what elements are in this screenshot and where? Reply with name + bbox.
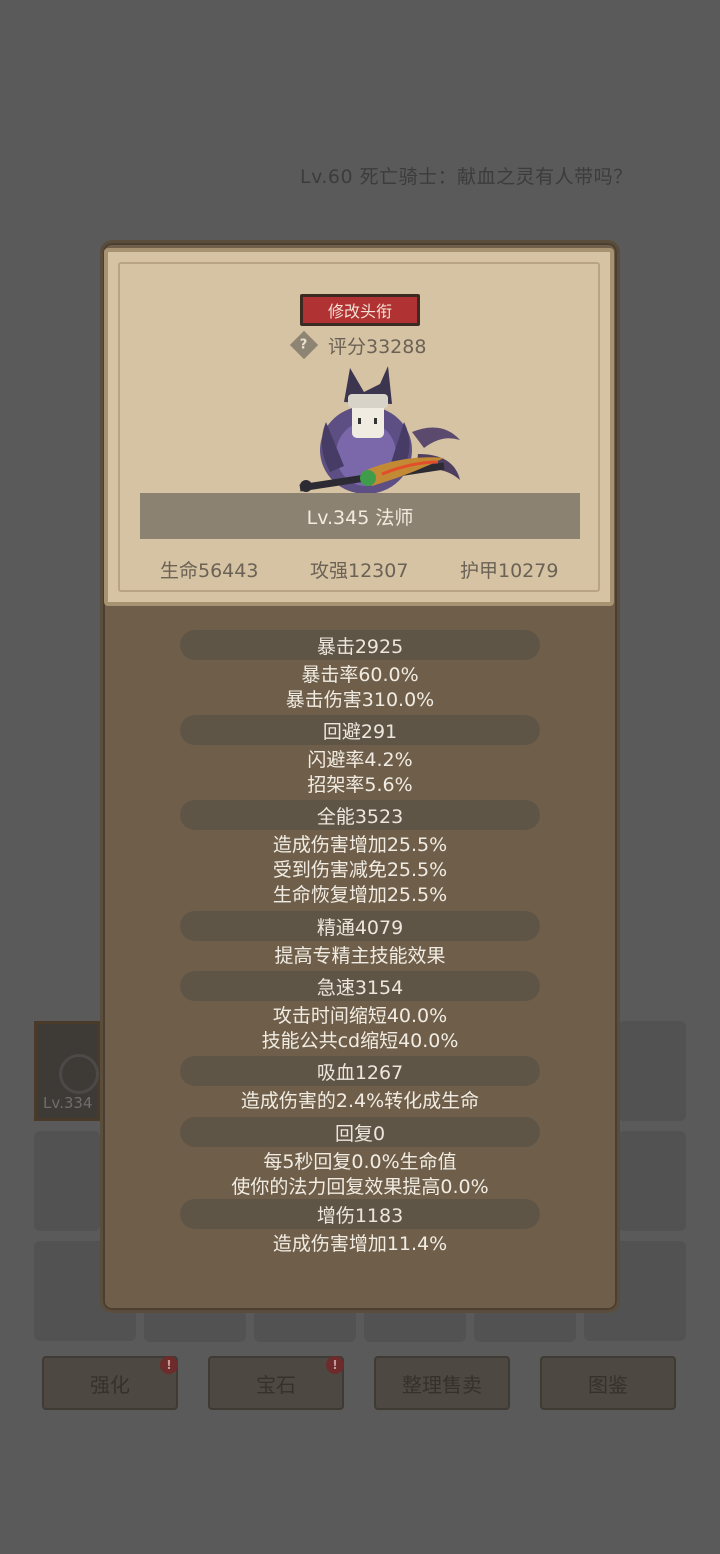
score-value: 评分33288 [328, 335, 427, 358]
attr-haste-title: 急速3154 [180, 971, 540, 1001]
inventory-item-level: Lv.334 [43, 1094, 93, 1112]
inventory-slot[interactable] [254, 1310, 356, 1342]
inventory-slot[interactable] [474, 1310, 576, 1342]
inventory-item[interactable]: Lv.334 [34, 1021, 100, 1121]
enhance-button[interactable]: 强化 ! [42, 1356, 178, 1410]
inventory-slot[interactable] [144, 1310, 246, 1342]
armor-stat: 护甲10279 [460, 560, 559, 582]
attack-stat: 攻强12307 [310, 560, 409, 582]
score-row: ? 评分33288 [289, 330, 427, 360]
attr-versatility-line: 生命恢复增加25.5% [272, 884, 448, 906]
attr-crit-line: 暴击伤害310.0% [285, 689, 435, 711]
inventory-slot[interactable] [364, 1310, 466, 1342]
attr-regen-line: 每5秒回复0.0%生命值 [263, 1151, 457, 1173]
attr-lifesteal-title: 吸血1267 [180, 1056, 540, 1086]
hp-stat: 生命56443 [160, 560, 259, 582]
attr-versatility-line: 受到伤害减免25.5% [272, 859, 448, 881]
attr-haste-line: 技能公共cd缩短40.0% [261, 1030, 459, 1052]
attr-regen-line: 使你的法力回复效果提高0.0% [231, 1176, 489, 1198]
enhance-button-label: 强化 [90, 1372, 130, 1397]
attr-versatility-title: 全能3523 [180, 800, 540, 830]
rename-title-button[interactable]: 修改头衔 [300, 294, 420, 326]
help-icon[interactable]: ? [289, 330, 319, 360]
attr-dodge-line: 闪避率4.2% [307, 749, 413, 771]
inventory-slot[interactable] [618, 1021, 686, 1121]
attr-lifesteal-line: 造成伤害的2.4%转化成生命 [240, 1090, 480, 1112]
character-name-bar: Lv.345 法师 [140, 493, 580, 539]
attr-haste-line: 攻击时间缩短40.0% [272, 1005, 448, 1027]
attr-dodge-line: 招架率5.6% [307, 774, 413, 796]
attr-crit-line: 暴击率60.0% [301, 664, 419, 686]
attr-mastery-line: 提高专精主技能效果 [274, 945, 446, 967]
codex-button-label: 图鉴 [588, 1372, 628, 1397]
sort-sell-button[interactable]: 整理售卖 [374, 1356, 510, 1410]
attr-mastery-title: 精通4079 [180, 911, 540, 941]
attr-crit-title: 暴击2925 [180, 630, 540, 660]
alert-icon: ! [160, 1356, 178, 1374]
alert-icon: ! [326, 1356, 344, 1374]
attr-damage-bonus-line: 造成伤害增加11.4% [272, 1233, 448, 1255]
attr-versatility-line: 造成伤害增加25.5% [272, 834, 448, 856]
weapon-icon [59, 1054, 99, 1094]
sort-sell-button-label: 整理售卖 [402, 1372, 482, 1397]
codex-button[interactable]: 图鉴 [540, 1356, 676, 1410]
background-title: Lv.60 死亡骑士：献血之灵有人带吗？ [300, 166, 633, 188]
attr-damage-bonus-title: 增伤1183 [180, 1199, 540, 1229]
inventory-slot[interactable] [34, 1131, 100, 1231]
attr-dodge-title: 回避291 [180, 715, 540, 745]
character-avatar [299, 366, 460, 494]
gem-button-label: 宝石 [256, 1372, 296, 1397]
gem-button[interactable]: 宝石 ! [208, 1356, 344, 1410]
inventory-slot[interactable] [618, 1131, 686, 1231]
attr-regen-title: 回复0 [180, 1117, 540, 1147]
